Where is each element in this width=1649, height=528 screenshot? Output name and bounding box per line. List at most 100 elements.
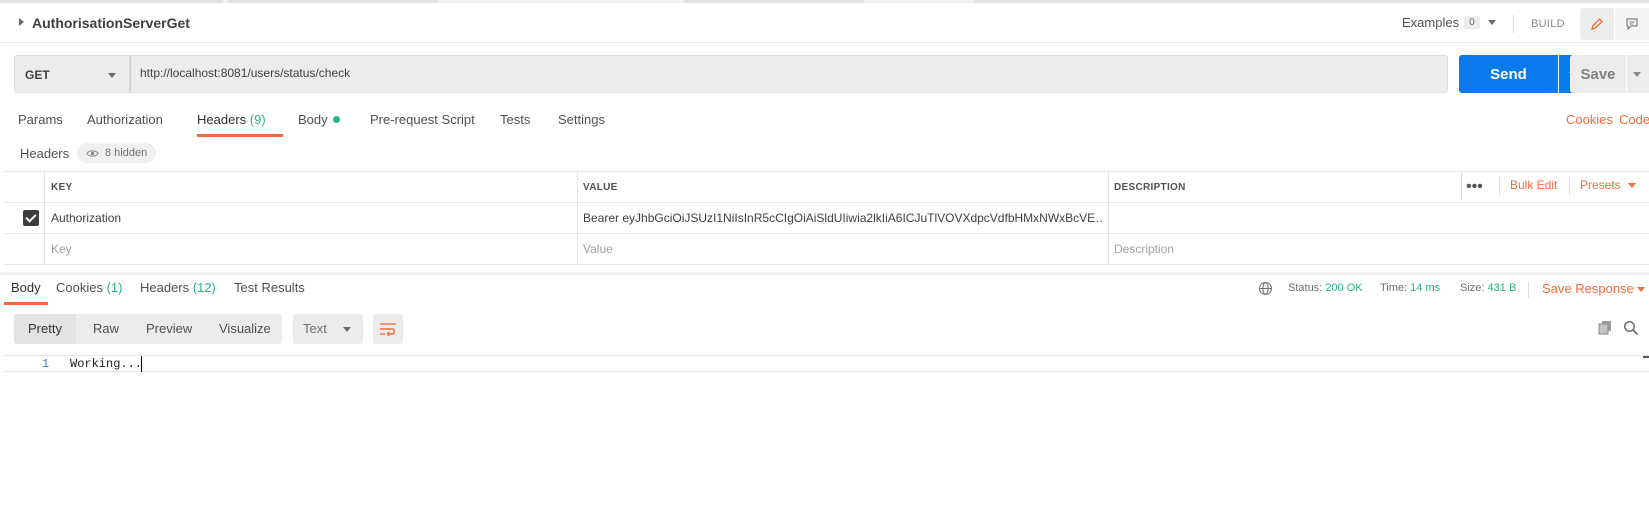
chevron-down-icon xyxy=(108,73,116,78)
response-tab-cookies-count: (1) xyxy=(106,280,123,295)
response-tab-test-results[interactable]: Test Results xyxy=(234,280,305,295)
save-options-button[interactable] xyxy=(1627,55,1649,93)
url-input[interactable] xyxy=(140,66,1430,80)
header-description-cell[interactable] xyxy=(1114,203,1634,233)
header-enabled-checkbox[interactable] xyxy=(23,210,39,226)
header-value-cell[interactable]: Bearer eyJhbGciOiJSUzI1NiIsInR5cCIgOiAiS… xyxy=(583,203,1103,233)
format-visualize[interactable]: Visualize xyxy=(219,321,271,336)
hidden-headers-count: 8 hidden xyxy=(105,147,148,159)
chevron-down-icon xyxy=(1633,72,1641,77)
build-mode-label[interactable]: BUILD xyxy=(1531,18,1565,30)
expand-caret-icon[interactable] xyxy=(19,18,24,26)
copy-icon[interactable] xyxy=(1597,320,1613,336)
tab-headers-label: Headers xyxy=(197,112,247,127)
table-row-new: Key Value Description xyxy=(4,234,1649,265)
format-preview[interactable]: Preview xyxy=(146,321,192,336)
chevron-down-icon xyxy=(1637,287,1645,292)
new-value-input[interactable]: Value xyxy=(583,234,1103,264)
column-header-description: DESCRIPTION xyxy=(1114,181,1186,193)
presets-label: Presets xyxy=(1580,178,1621,192)
tab-body-label: Body xyxy=(298,112,328,127)
status-label: Status: xyxy=(1288,282,1323,294)
response-tab-body[interactable]: Body xyxy=(11,280,41,295)
divider xyxy=(1461,172,1462,200)
tab-authorization[interactable]: Authorization xyxy=(87,112,163,127)
language-select[interactable]: Text xyxy=(293,314,363,344)
scrollbar-marker[interactable] xyxy=(1643,356,1649,358)
header-key-cell[interactable]: Authorization xyxy=(51,203,571,233)
request-title-bar: AuthorisationServerGet Examples 0 BUILD xyxy=(0,3,1649,43)
method-value: GET xyxy=(25,68,50,82)
request-tabs: Params Authorization Headers (9) Body Pr… xyxy=(0,108,1649,138)
size-value[interactable]: 431 B xyxy=(1488,282,1517,294)
send-button[interactable]: Send xyxy=(1459,55,1558,93)
response-tab-cookies-label: Cookies xyxy=(56,280,103,295)
hidden-headers-toggle[interactable]: 8 hidden xyxy=(77,143,157,163)
table-header-row: KEY VALUE DESCRIPTION xyxy=(4,172,1649,203)
more-options-icon[interactable]: ••• xyxy=(1466,178,1483,196)
search-icon[interactable] xyxy=(1623,320,1639,336)
body-indicator-dot xyxy=(332,116,340,123)
response-tab-headers-count: (12) xyxy=(192,280,216,295)
line-content[interactable]: Working... xyxy=(70,357,142,371)
new-key-input[interactable]: Key xyxy=(51,234,571,264)
tab-prerequest-script[interactable]: Pre-request Script xyxy=(370,112,475,127)
tab-body[interactable]: Body xyxy=(298,112,340,127)
chevron-down-icon xyxy=(1627,182,1636,188)
globe-icon[interactable] xyxy=(1258,281,1273,296)
status-value[interactable]: 200 OK xyxy=(1325,282,1362,294)
active-tab-indicator xyxy=(197,134,283,137)
tab-headers-count: (9) xyxy=(249,112,266,127)
tab-settings[interactable]: Settings xyxy=(558,112,605,127)
chevron-down-icon xyxy=(1487,20,1496,25)
method-select[interactable]: GET xyxy=(14,55,130,93)
new-description-input[interactable]: Description xyxy=(1114,234,1634,264)
save-label: Save xyxy=(1580,65,1616,83)
tab-tests[interactable]: Tests xyxy=(500,112,530,127)
response-tab-cookies[interactable]: Cookies (1) xyxy=(56,280,122,295)
chevron-down-icon xyxy=(343,327,351,332)
divider xyxy=(1513,15,1514,33)
examples-label: Examples xyxy=(1402,15,1460,30)
send-label: Send xyxy=(1490,65,1527,83)
bulk-edit-link[interactable]: Bulk Edit xyxy=(1510,178,1557,192)
headers-section-label: Headers xyxy=(20,146,70,161)
column-header-value: VALUE xyxy=(583,181,618,193)
format-raw[interactable]: Raw xyxy=(93,321,119,336)
pane-divider[interactable] xyxy=(0,272,1649,275)
text-cursor xyxy=(141,356,142,372)
time-readout: Time: 14 ms xyxy=(1380,282,1440,294)
response-tabs: Body Cookies (1) Headers (12) Test Resul… xyxy=(0,276,1649,305)
pencil-icon xyxy=(1591,18,1603,30)
code-line: 1 Working... xyxy=(4,356,1649,372)
wrap-lines-button[interactable] xyxy=(373,314,403,344)
eye-icon xyxy=(86,149,99,157)
tab-headers[interactable]: Headers (9) xyxy=(197,112,266,127)
size-label: Size: xyxy=(1460,282,1485,294)
divider xyxy=(1499,177,1500,195)
time-label: Time: xyxy=(1380,282,1408,294)
url-field[interactable] xyxy=(130,55,1448,93)
examples-dropdown[interactable]: Examples 0 xyxy=(1402,15,1496,30)
request-name[interactable]: AuthorisationServerGet xyxy=(32,15,190,31)
cookies-link[interactable]: Cookies xyxy=(1566,112,1613,127)
divider xyxy=(1569,177,1570,195)
code-link[interactable]: Code xyxy=(1619,112,1649,127)
save-response-dropdown[interactable]: Save Response xyxy=(1542,281,1634,296)
time-value[interactable]: 14 ms xyxy=(1410,282,1440,294)
edit-button[interactable] xyxy=(1580,8,1614,40)
save-button[interactable]: Save xyxy=(1570,55,1626,93)
format-pretty[interactable]: Pretty xyxy=(28,321,62,336)
format-toggle: Pretty Raw Preview Visualize xyxy=(14,314,282,344)
response-body-editor[interactable]: 1 Working... xyxy=(4,355,1649,528)
size-readout: Size: 431 B xyxy=(1460,282,1516,294)
response-tab-headers[interactable]: Headers (12) xyxy=(140,280,216,295)
comment-icon xyxy=(1626,18,1638,31)
comments-button[interactable] xyxy=(1615,8,1649,40)
tab-params[interactable]: Params xyxy=(18,112,63,127)
line-number: 1 xyxy=(42,357,50,371)
save-response-label: Save Response xyxy=(1542,281,1634,296)
presets-dropdown[interactable]: Presets xyxy=(1580,178,1636,192)
divider xyxy=(1528,282,1529,298)
response-tab-headers-label: Headers xyxy=(140,280,190,295)
